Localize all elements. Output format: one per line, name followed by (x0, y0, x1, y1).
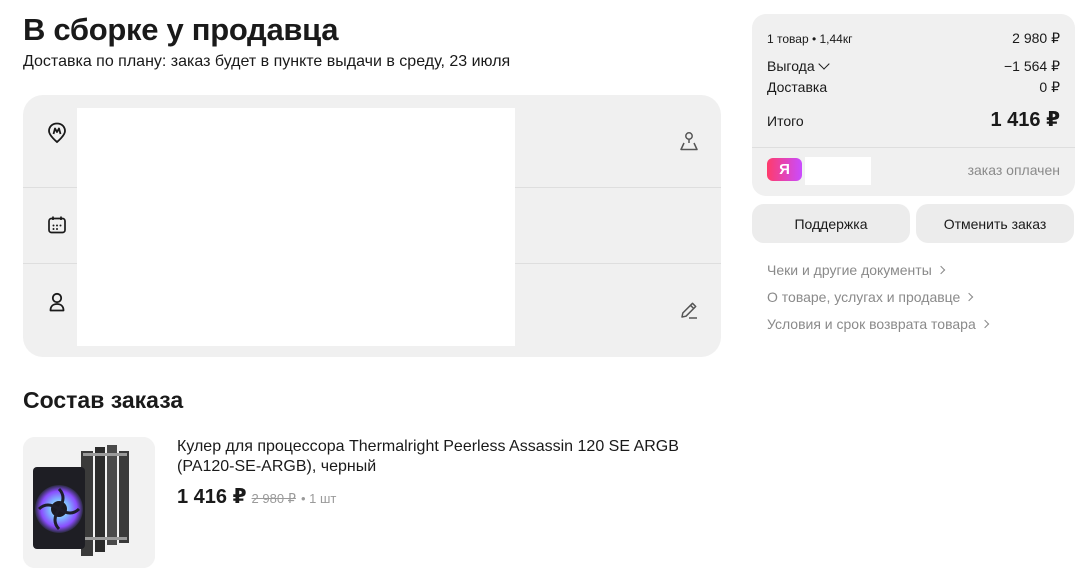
recipient-icon (46, 291, 68, 313)
items-price: 2 980 ₽ (1012, 30, 1060, 46)
redacted-delivery-details (77, 108, 515, 346)
product-seller-info-link[interactable]: О товаре, услугах и продавце (767, 289, 974, 305)
summary-total-row: Итого 1 416 ₽ (767, 107, 1060, 132)
yandex-pay-badge: Я (767, 158, 802, 181)
cancel-order-button[interactable]: Отменить заказ (916, 204, 1074, 243)
total-label: Итого (767, 113, 804, 129)
redacted-payment-method (805, 157, 871, 185)
product-price-line: 1 416 ₽ 2 980 ₽ • 1 шт (177, 484, 336, 509)
summary-delivery-row: Доставка 0 ₽ (767, 79, 1060, 96)
chevron-right-icon (936, 265, 946, 275)
benefit-label[interactable]: Выгода (767, 58, 830, 74)
product-old-price: 2 980 ₽ (251, 491, 296, 506)
summary-benefit-row[interactable]: Выгода −1 564 ₽ (767, 58, 1060, 75)
summary-items-row: 1 товар • 1,44кг 2 980 ₽ (767, 30, 1060, 47)
return-conditions-link[interactable]: Условия и срок возврата товара (767, 316, 989, 332)
page-title: В сборке у продавца (23, 12, 339, 47)
delivery-value: 0 ₽ (1039, 79, 1060, 95)
product-image[interactable] (23, 437, 155, 568)
chevron-right-icon (965, 292, 974, 302)
delivery-plan-text: Доставка по плану: заказ будет в пункте … (23, 53, 511, 70)
map-person-icon[interactable] (677, 129, 701, 153)
chevron-right-icon (980, 319, 989, 329)
total-value: 1 416 ₽ (990, 109, 1060, 131)
support-button[interactable]: Поддержка (752, 204, 910, 243)
product-quantity: • 1 шт (300, 491, 337, 506)
summary-divider (752, 147, 1075, 148)
chevron-down-icon (817, 58, 830, 70)
pickup-point-icon (46, 122, 68, 144)
items-count-weight: 1 товар • 1,44кг (767, 32, 853, 46)
edit-icon[interactable] (677, 298, 701, 322)
payment-status: заказ оплачен (967, 162, 1060, 178)
benefit-value: −1 564 ₽ (1003, 58, 1060, 74)
delivery-info-card (23, 95, 721, 357)
calendar-icon (46, 214, 68, 236)
product-price: 1 416 ₽ (177, 486, 247, 508)
product-name-link[interactable]: Кулер для процессора Thermalright Peerle… (177, 437, 717, 477)
receipts-documents-link[interactable]: Чеки и другие документы (767, 262, 946, 278)
delivery-label: Доставка (767, 79, 828, 95)
order-items-title: Состав заказа (23, 387, 184, 413)
order-summary-card: 1 товар • 1,44кг 2 980 ₽ Выгода −1 564 ₽… (752, 14, 1075, 196)
